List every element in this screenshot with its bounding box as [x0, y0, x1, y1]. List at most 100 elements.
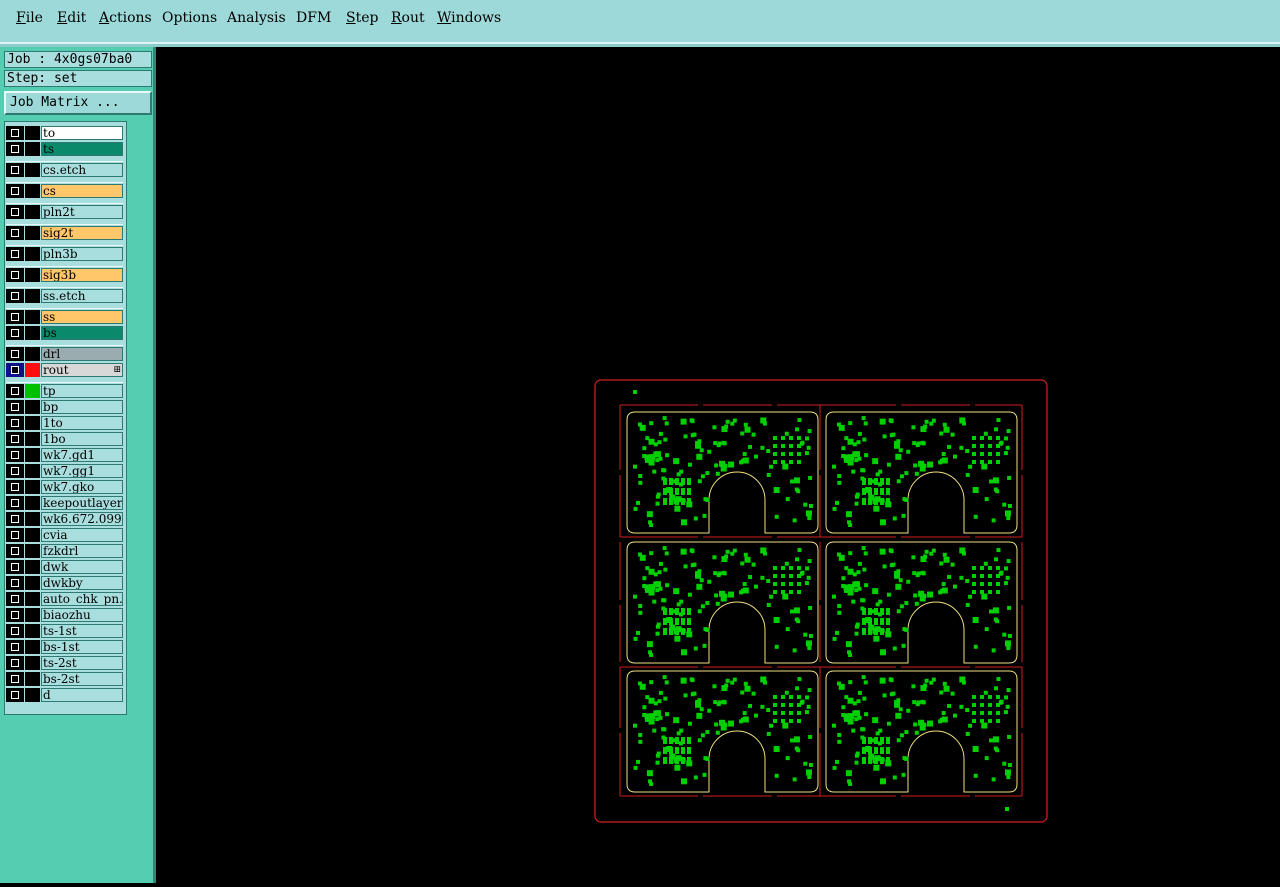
layer-name[interactable]: pln3b — [41, 247, 123, 261]
layer-name[interactable]: d — [41, 688, 123, 702]
menu-actions[interactable]: Actions — [99, 10, 152, 26]
job-matrix-button[interactable]: Job Matrix ... — [4, 91, 152, 115]
layer-display-checkbox[interactable] — [6, 688, 24, 702]
layer-display-checkbox[interactable] — [6, 448, 24, 462]
layer-color-swatch[interactable] — [25, 448, 40, 462]
layer-name[interactable]: fzkdrl — [41, 544, 123, 558]
layer-display-checkbox[interactable] — [6, 608, 24, 622]
layer-color-swatch[interactable] — [25, 512, 40, 526]
layer-name[interactable]: bs-2st — [41, 672, 123, 686]
layer-name[interactable]: sig3b — [41, 268, 123, 282]
layer-color-swatch[interactable] — [25, 432, 40, 446]
layer-display-checkbox[interactable] — [6, 624, 24, 638]
menu-dfm[interactable]: DFM — [296, 10, 331, 26]
layer-display-checkbox[interactable] — [6, 640, 24, 654]
layer-color-swatch[interactable] — [25, 640, 40, 654]
layer-name[interactable]: ss — [41, 310, 123, 324]
layer-name[interactable]: rout ⊞ — [41, 363, 123, 377]
layer-name[interactable]: pln2t — [41, 205, 123, 219]
layer-name[interactable]: to — [41, 126, 123, 140]
layer-display-checkbox[interactable] — [6, 592, 24, 606]
layer-color-swatch[interactable] — [25, 480, 40, 494]
layer-color-swatch[interactable] — [25, 576, 40, 590]
layer-name[interactable]: tp — [41, 384, 123, 398]
menu-edit[interactable]: Edit — [57, 10, 86, 26]
layer-display-checkbox[interactable] — [6, 576, 24, 590]
layer-color-swatch[interactable] — [25, 247, 40, 261]
layer-display-checkbox[interactable] — [6, 347, 24, 361]
layer-color-swatch[interactable] — [25, 624, 40, 638]
layer-name[interactable]: ss.etch — [41, 289, 123, 303]
layer-color-swatch[interactable] — [25, 363, 40, 377]
layer-display-checkbox[interactable] — [6, 400, 24, 414]
menu-analysis[interactable]: Analysis — [227, 10, 286, 26]
layer-color-swatch[interactable] — [25, 384, 40, 398]
layer-color-swatch[interactable] — [25, 592, 40, 606]
layer-name[interactable]: ts — [41, 142, 123, 156]
layer-display-checkbox[interactable] — [6, 142, 24, 156]
menu-windows[interactable]: Windows — [437, 10, 501, 26]
layer-name[interactable]: ts-2st — [41, 656, 123, 670]
layer-display-checkbox[interactable] — [6, 289, 24, 303]
layer-name[interactable]: keepoutlayer — [41, 496, 123, 510]
layer-name[interactable]: ts-1st — [41, 624, 123, 638]
layer-name[interactable]: bs — [41, 326, 123, 340]
layer-color-swatch[interactable] — [25, 400, 40, 414]
layer-name[interactable]: bs-1st — [41, 640, 123, 654]
layer-color-swatch[interactable] — [25, 205, 40, 219]
layer-name[interactable]: auto_chk_pn. — [41, 592, 123, 606]
layer-display-checkbox[interactable] — [6, 560, 24, 574]
layer-color-swatch[interactable] — [25, 608, 40, 622]
layer-name[interactable]: biaozhu — [41, 608, 123, 622]
layer-name[interactable]: dwkby — [41, 576, 123, 590]
layer-color-swatch[interactable] — [25, 326, 40, 340]
menu-step[interactable]: Step — [346, 10, 378, 26]
layer-display-checkbox[interactable] — [6, 184, 24, 198]
layer-display-checkbox[interactable] — [6, 326, 24, 340]
layer-color-swatch[interactable] — [25, 688, 40, 702]
menu-rout[interactable]: Rout — [391, 10, 425, 26]
layer-display-checkbox[interactable] — [6, 528, 24, 542]
layer-name[interactable]: cs — [41, 184, 123, 198]
layer-display-checkbox[interactable] — [6, 163, 24, 177]
layer-color-swatch[interactable] — [25, 126, 40, 140]
layer-display-checkbox[interactable] — [6, 432, 24, 446]
menu-file[interactable]: File — [16, 10, 43, 26]
layer-color-swatch[interactable] — [25, 496, 40, 510]
layer-name[interactable]: cs.etch — [41, 163, 123, 177]
layer-color-swatch[interactable] — [25, 464, 40, 478]
layer-display-checkbox[interactable] — [6, 363, 24, 377]
layer-color-swatch[interactable] — [25, 268, 40, 282]
layer-display-checkbox[interactable] — [6, 268, 24, 282]
layer-display-checkbox[interactable] — [6, 656, 24, 670]
layer-display-checkbox[interactable] — [6, 126, 24, 140]
layer-color-swatch[interactable] — [25, 226, 40, 240]
layer-display-checkbox[interactable] — [6, 496, 24, 510]
menu-options[interactable]: Options — [162, 10, 217, 26]
layer-display-checkbox[interactable] — [6, 310, 24, 324]
layer-name[interactable]: 1bo — [41, 432, 123, 446]
layer-display-checkbox[interactable] — [6, 247, 24, 261]
layer-display-checkbox[interactable] — [6, 672, 24, 686]
layer-name[interactable]: bp — [41, 400, 123, 414]
layer-display-checkbox[interactable] — [6, 384, 24, 398]
layer-color-swatch[interactable] — [25, 347, 40, 361]
layer-color-swatch[interactable] — [25, 310, 40, 324]
layer-name[interactable]: wk6.672.099- — [41, 512, 123, 526]
layer-color-swatch[interactable] — [25, 416, 40, 430]
layer-display-checkbox[interactable] — [6, 464, 24, 478]
layer-name[interactable]: drl — [41, 347, 123, 361]
layer-name[interactable]: sig2t — [41, 226, 123, 240]
layer-display-checkbox[interactable] — [6, 226, 24, 240]
layer-display-checkbox[interactable] — [6, 205, 24, 219]
graphics-canvas[interactable] — [156, 47, 1280, 883]
layer-display-checkbox[interactable] — [6, 416, 24, 430]
layer-name[interactable]: wk7.gg1 — [41, 464, 123, 478]
layer-color-swatch[interactable] — [25, 528, 40, 542]
layer-display-checkbox[interactable] — [6, 480, 24, 494]
layer-color-swatch[interactable] — [25, 184, 40, 198]
layer-name[interactable]: cvia — [41, 528, 123, 542]
layer-name[interactable]: dwk — [41, 560, 123, 574]
layer-name[interactable]: 1to — [41, 416, 123, 430]
layer-color-swatch[interactable] — [25, 289, 40, 303]
